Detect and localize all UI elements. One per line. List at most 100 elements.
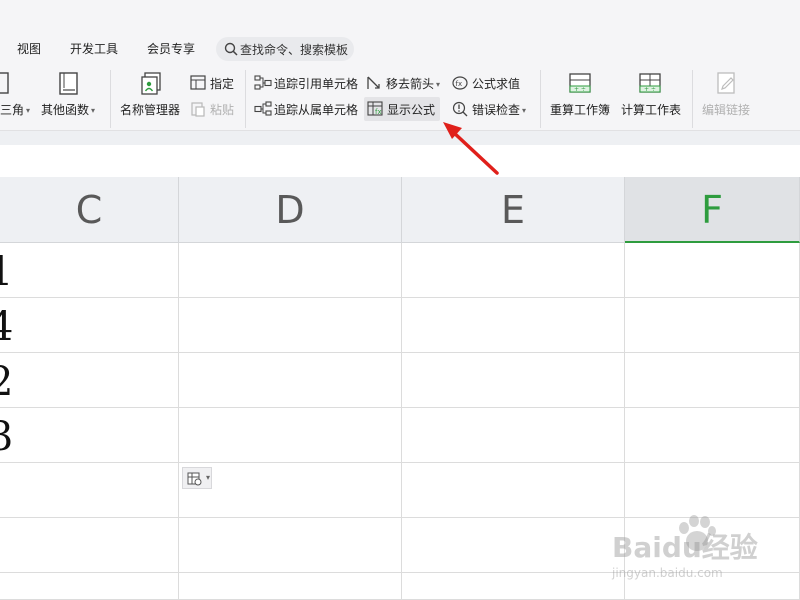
error-check-icon [452,101,468,117]
cell[interactable] [625,298,800,353]
cell[interactable]: ​3 [0,408,179,463]
book-icon [59,72,78,95]
name-manager-icon [141,72,161,95]
cell-value: ​4 [0,304,14,350]
name-manager-button[interactable]: 名称管理器 [118,72,184,124]
cell[interactable] [0,573,179,600]
cell[interactable] [0,518,179,573]
cell[interactable] [402,298,625,353]
recalc-workbook-icon: + ÷ [569,73,591,93]
paste-icon [191,102,205,117]
remove-arrows-label: 移去箭头 ▾ [386,77,441,91]
cell[interactable] [625,353,800,408]
specify-label: 指定 [210,77,235,91]
cell[interactable] [625,518,800,573]
recalc-workbook-button[interactable]: + ÷ 重算工作簿 [548,72,612,124]
search-icon [224,42,238,56]
paste-button[interactable]: 粘贴 [190,99,238,119]
trace-dependents-icon [254,101,272,116]
trace-precedents-button[interactable]: 追踪引用单元格 [254,73,360,93]
trace-precedents-icon [254,75,272,90]
evaluate-formula-label: 公式求值 [472,77,521,91]
search-box[interactable]: 查找命令、搜索模板 [216,37,354,61]
chevron-down-icon: ▾ [206,473,211,482]
cell[interactable] [179,573,402,600]
svg-text:fx: fx [375,108,382,116]
cell[interactable] [625,408,800,463]
column-header-c[interactable]: C [0,177,179,243]
show-formulas-icon: fx [367,101,383,116]
recalc-workbook-label: 重算工作簿 [550,103,611,117]
trace-precedents-label: 追踪引用单元格 [274,77,359,91]
menu-view[interactable]: 视图 [17,40,41,57]
cell[interactable] [625,243,800,298]
calc-sheet-icon: + ÷ [639,73,661,93]
svg-text:+ ÷: + ÷ [574,86,586,93]
search-label: 查找命令、搜索模板 [240,43,349,57]
paste-options-icon [187,472,202,486]
specify-button[interactable]: 指定 [190,73,238,93]
cell[interactable] [402,573,625,600]
cell-value: ​2 [0,359,14,405]
cell[interactable] [179,243,402,298]
book-icon [0,72,9,94]
paste-label: 粘贴 [210,103,235,117]
cell-value: ​3 [0,414,14,460]
error-check-label: 错误检查 ▾ [472,103,527,117]
show-formulas-button[interactable]: fx 显示公式 [364,97,440,121]
error-check-button[interactable]: 错误检查 ▾ [452,99,532,119]
paste-options-button[interactable]: ▾ [182,467,212,489]
remove-arrows-button[interactable]: 移去箭头 ▾ [366,73,446,93]
ribbon-separator [692,70,693,128]
edit-links-icon [717,72,735,94]
cell[interactable] [402,243,625,298]
column-header-f[interactable]: F [625,177,800,243]
formula-bar[interactable] [0,145,800,170]
cell[interactable] [179,518,402,573]
cell-value: ​1 [0,249,14,295]
table-icon [190,75,206,90]
cell[interactable] [625,463,800,518]
cell[interactable] [402,353,625,408]
cell[interactable] [625,573,800,600]
column-header-d[interactable]: D [179,177,402,243]
cell[interactable]: ​1 [0,243,179,298]
cell[interactable] [402,463,625,518]
menu-developer-tools[interactable]: 开发工具 [70,40,118,57]
evaluate-formula-button[interactable]: fx 公式求值 [452,73,528,93]
cell[interactable] [179,408,402,463]
edit-links-button[interactable]: 编辑链接 [700,72,754,124]
cell[interactable] [179,353,402,408]
name-manager-label: 名称管理器 [120,103,181,117]
evaluate-formula-icon: fx [452,76,468,90]
edit-links-label: 编辑链接 [702,103,751,117]
ribbon-separator [245,70,246,128]
trig-function-button[interactable]: 三角 ▾ [0,72,34,124]
trace-dependents-button[interactable]: 追踪从属单元格 [254,99,360,119]
cell[interactable] [402,518,625,573]
cell[interactable] [0,463,179,518]
svg-text:+ ÷: + ÷ [644,86,656,93]
calc-sheet-button[interactable]: + ÷ 计算工作表 [618,72,684,124]
other-functions-label: 其他函数 ▾ [41,103,96,117]
trig-function-label: 三角 ▾ [0,103,31,117]
ribbon-gap [0,131,800,145]
cell[interactable]: ​4 [0,298,179,353]
other-functions-button[interactable]: 其他函数 ▾ [40,72,102,124]
menu-bar: 视图 开发工具 会员专享 [0,30,800,68]
cell[interactable]: ​2 [0,353,179,408]
remove-arrows-icon [367,76,380,89]
cell[interactable] [179,298,402,353]
svg-text:fx: fx [456,80,463,88]
title-area [0,0,800,30]
show-formulas-label: 显示公式 [387,103,436,117]
column-header-e[interactable]: E [402,177,625,243]
grid-gap [0,169,800,177]
calc-sheet-label: 计算工作表 [621,103,682,117]
menu-member-exclusive[interactable]: 会员专享 [147,40,195,57]
cell[interactable] [179,463,402,518]
trace-dependents-label: 追踪从属单元格 [274,103,359,117]
ribbon-separator [540,70,541,128]
ribbon-separator [110,70,111,128]
cell[interactable] [402,408,625,463]
